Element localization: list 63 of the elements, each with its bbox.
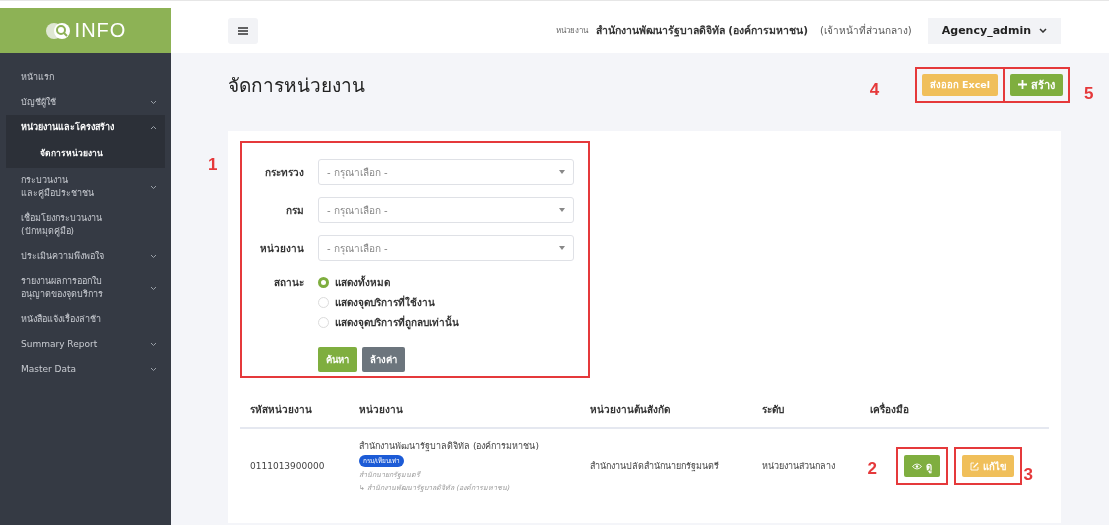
caret-icon bbox=[559, 208, 565, 212]
annotation-frame bbox=[895, 447, 948, 485]
field-label: กรม bbox=[285, 203, 304, 218]
sidebar-subitem[interactable]: จัดการหน่วยงาน bbox=[6, 140, 165, 168]
chevron-up-icon bbox=[150, 125, 157, 130]
menu-button[interactable] bbox=[228, 17, 258, 44]
sidebar-item[interactable]: หนังสือแจ้งเรื่องล่าช้า bbox=[6, 307, 165, 332]
column-header: หน่วยงาน bbox=[349, 392, 580, 428]
search-logo-icon bbox=[44, 20, 73, 41]
caret-icon bbox=[559, 246, 565, 250]
field-label: หน่วยงาน bbox=[259, 241, 304, 256]
annotation-number: 3 bbox=[1023, 465, 1033, 485]
unit-label: หน่วยงาน bbox=[555, 25, 588, 37]
chevron-down-icon bbox=[150, 285, 157, 291]
sidebar-item[interactable]: Master Data bbox=[6, 357, 165, 382]
annotation-number: 5 bbox=[1084, 83, 1094, 104]
table-cell: หน่วยงานส่วนกลาง bbox=[752, 428, 860, 503]
annotation-number: 2 bbox=[867, 459, 877, 479]
chevron-down-icon bbox=[150, 100, 157, 105]
radio-option[interactable]: แสดงทั้งหมด bbox=[318, 275, 459, 290]
column-header: ระดับ bbox=[752, 392, 860, 428]
sidebar-item[interactable]: รายงานผลการออกใบ อนุญาตของจุดบริการ bbox=[6, 269, 165, 307]
eye-icon bbox=[911, 462, 922, 470]
plus-icon bbox=[1018, 80, 1027, 89]
chevron-down-icon bbox=[150, 367, 157, 372]
edit-icon bbox=[969, 461, 979, 471]
table-cell: 0111013900000 bbox=[240, 428, 350, 503]
column-header: รหัสหน่วยงาน bbox=[240, 392, 350, 428]
annotation-frame bbox=[1003, 66, 1070, 103]
radio-label: แสดงจุดบริการที่ใช้งาน bbox=[335, 295, 435, 310]
select-field[interactable]: - กรุณาเลือก - bbox=[318, 197, 574, 223]
column-header: หน่วยงานต้นสังกัด bbox=[580, 392, 753, 428]
sidebar-item[interactable]: กระบวนงาน และคู่มือประชาชน bbox=[6, 168, 165, 206]
unit-name-text: สำนักงานพัฒนารัฐบาลดิจิทัล (องค์การมหาชน) bbox=[359, 440, 540, 453]
menu-icon bbox=[238, 26, 248, 35]
table-cell: สำนักงานปลัดสำนักนายกรัฐมนตรี bbox=[580, 428, 753, 503]
radio-option[interactable]: แสดงจุดบริการที่ใช้งาน bbox=[318, 295, 459, 310]
chevron-down-icon bbox=[150, 342, 157, 347]
annotation-number: 1 bbox=[208, 155, 218, 175]
column-header: เครื่องมือ bbox=[859, 392, 1049, 428]
select-field[interactable]: - กรุณาเลือก - bbox=[318, 159, 574, 185]
page-title: จัดการหน่วยงาน bbox=[228, 72, 365, 98]
sidebar-item[interactable]: หน่วยงานและโครงสร้าง bbox=[6, 115, 165, 140]
sidebar-item[interactable]: Summary Report bbox=[6, 332, 165, 357]
unit-name: สำนักงานพัฒนารัฐบาลดิจิทัล (องค์การมหาชน) bbox=[595, 23, 808, 39]
sidebar-item[interactable]: เชื่อมโยงกระบวนงาน (ปักหมุดคู่มือ) bbox=[6, 206, 165, 244]
chevron-down-icon bbox=[1039, 28, 1047, 33]
chevron-down-icon bbox=[150, 184, 157, 190]
caret-icon bbox=[559, 170, 565, 174]
logo-text: INFO bbox=[74, 19, 127, 42]
field-label: สถานะ bbox=[273, 276, 304, 290]
sidebar-item[interactable]: ประเมินความพึงพอใจ bbox=[6, 244, 165, 269]
sidebar-item[interactable]: หน้าแรก bbox=[6, 65, 165, 90]
field-label: กระทรวง bbox=[264, 165, 304, 180]
annotation-number: 4 bbox=[869, 79, 880, 100]
radio-label: แสดงทั้งหมด bbox=[335, 275, 390, 290]
user-role: (เจ้าหน้าที่ส่วนกลาง) bbox=[819, 23, 912, 38]
annotation-frame bbox=[953, 447, 1022, 485]
chevron-down-icon bbox=[150, 254, 157, 259]
select-field[interactable]: - กรุณาเลือก - bbox=[318, 235, 574, 261]
user-menu-button[interactable]: Agency_admin bbox=[927, 17, 1061, 44]
sidebar-item[interactable]: บัญชีผู้ใช้ bbox=[6, 90, 165, 115]
clear-button[interactable]: ล้างค่า bbox=[362, 347, 405, 372]
